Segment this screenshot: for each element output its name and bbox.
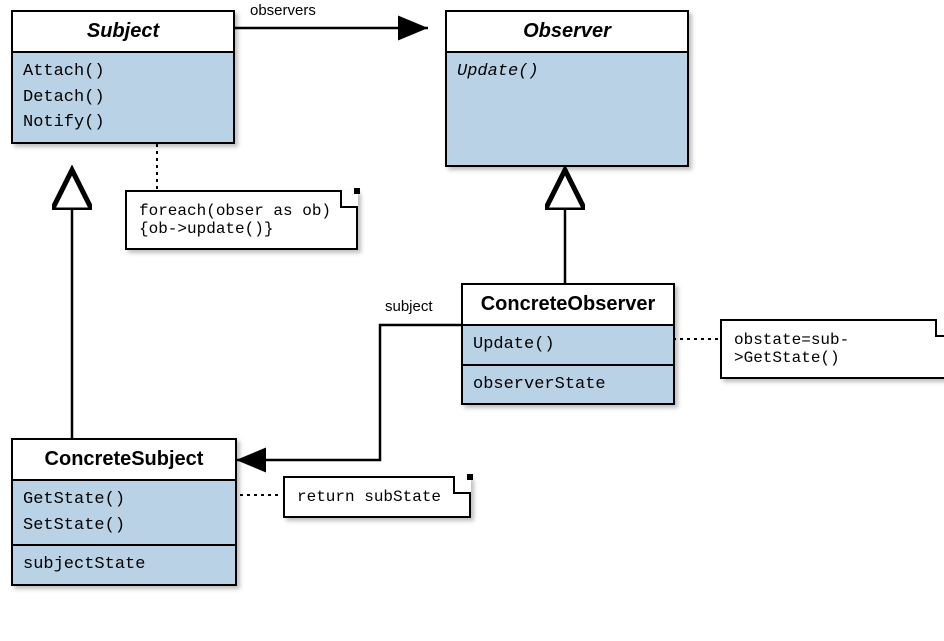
op-attach: Attach() <box>23 59 223 85</box>
note-notify-text: foreach(obser as ob) {ob->update()} <box>139 202 344 238</box>
note-fold-icon <box>935 319 944 337</box>
op-concrete-update: Update() <box>473 332 663 358</box>
attr-observerstate: observerState <box>473 372 663 398</box>
class-concrete-subject-attributes: subjectState <box>13 546 235 584</box>
note-notify: foreach(obser as ob) {ob->update()} <box>125 190 358 250</box>
op-detach: Detach() <box>23 85 223 111</box>
class-concrete-observer: ConcreteObserver Update() observerState <box>461 283 675 405</box>
class-concrete-subject-operations: GetState() SetState() <box>13 481 235 546</box>
note-update-text: obstate=sub->GetState() <box>734 331 939 367</box>
class-observer-operations: Update() <box>447 53 687 165</box>
class-observer-title: Observer <box>447 12 687 53</box>
op-getstate: GetState() <box>23 487 225 513</box>
note-update: obstate=sub->GetState() <box>720 319 944 379</box>
class-concrete-subject-title: ConcreteSubject <box>13 440 235 481</box>
class-concrete-subject: ConcreteSubject GetState() SetState() su… <box>11 438 237 586</box>
class-subject-title: Subject <box>13 12 233 53</box>
class-concrete-observer-attributes: observerState <box>463 366 673 404</box>
class-subject: Subject Attach() Detach() Notify() <box>11 10 235 144</box>
attr-subjectstate: subjectState <box>23 552 225 578</box>
class-subject-operations: Attach() Detach() Notify() <box>13 53 233 142</box>
op-setstate: SetState() <box>23 513 225 539</box>
op-observer-update: Update() <box>457 59 677 85</box>
note-getstate: return subState <box>283 476 471 518</box>
note-fold-icon <box>453 476 471 494</box>
label-subject: subject <box>385 298 433 315</box>
note-fold-icon <box>340 190 358 208</box>
class-observer: Observer Update() <box>445 10 689 167</box>
label-observers: observers <box>250 2 316 19</box>
op-notify: Notify() <box>23 110 223 136</box>
class-concrete-observer-title: ConcreteObserver <box>463 285 673 326</box>
note-getstate-text: return subState <box>297 488 457 506</box>
class-concrete-observer-operations: Update() <box>463 326 673 366</box>
